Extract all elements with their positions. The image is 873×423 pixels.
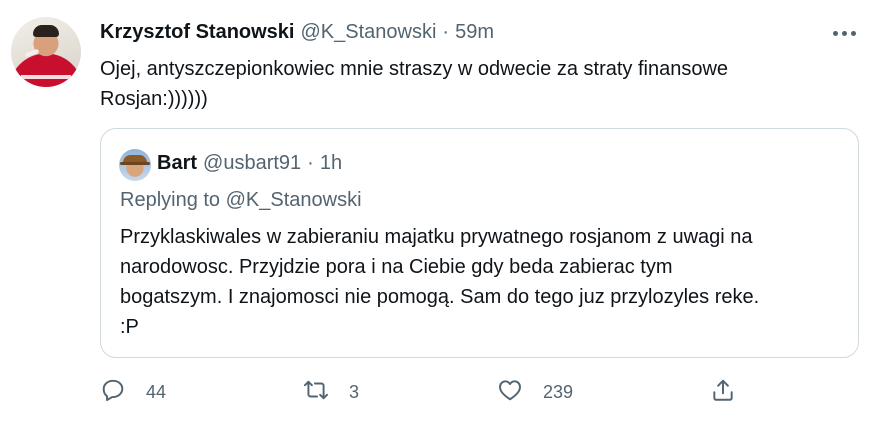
quoted-time: 1h <box>319 152 343 174</box>
author-name[interactable]: Krzysztof Stanowski <box>100 20 294 44</box>
quoted-author-handle: @usbart91 <box>203 152 302 174</box>
more-dot <box>832 30 838 36</box>
replying-to: Replying to @K_Stanowski <box>120 186 362 214</box>
heart-icon <box>497 377 523 408</box>
tweet-text: Ojej, antyszczepionkowiec mnie straszy w… <box>100 58 729 110</box>
like-count: 239 <box>543 381 574 402</box>
more-dots-icon[interactable] <box>826 22 862 44</box>
quoted-author-name: Bart <box>157 152 198 174</box>
like-button[interactable]: 239 <box>497 372 573 412</box>
author-avatar[interactable] <box>11 17 81 87</box>
tweet[interactable]: Krzysztof Stanowski @K_Stanowski · 59m O… <box>0 0 873 423</box>
reply-count: 44 <box>146 381 167 402</box>
quoted-header: Bart @usbart91 · 1h <box>157 151 342 175</box>
avatar-hat-brim <box>120 162 150 165</box>
author-handle[interactable]: @K_Stanowski <box>300 20 436 44</box>
replying-mention: @K_Stanowski <box>225 189 362 211</box>
quoted-tweet[interactable]: Bart @usbart91 · 1h Replying to @K_Stano… <box>100 128 859 358</box>
reply-bubble-icon <box>100 377 126 408</box>
avatar-cigarette <box>24 48 40 58</box>
quoted-header-separator: · <box>307 152 314 174</box>
more-dot <box>850 30 856 36</box>
share-button[interactable] <box>710 372 736 412</box>
action-bar: 44 3 239 <box>100 372 860 412</box>
header-separator: · <box>442 21 450 43</box>
quoted-text: Przyklaskiwales w zabieraniu majatku pry… <box>120 226 760 338</box>
retweet-count: 3 <box>349 381 360 402</box>
tweet-header: Krzysztof Stanowski @K_Stanowski · 59m <box>100 20 494 44</box>
share-upload-icon <box>710 377 736 408</box>
avatar-shirt <box>21 75 71 79</box>
retweet-button[interactable]: 3 <box>303 372 359 412</box>
replying-prefix: Replying to <box>120 189 226 211</box>
avatar-hair <box>33 25 59 37</box>
reply-button[interactable]: 44 <box>100 372 166 412</box>
retweet-icon <box>303 377 329 408</box>
more-dot <box>841 30 847 36</box>
tweet-time[interactable]: 59m <box>455 20 494 44</box>
quoted-author-avatar[interactable] <box>119 149 151 181</box>
